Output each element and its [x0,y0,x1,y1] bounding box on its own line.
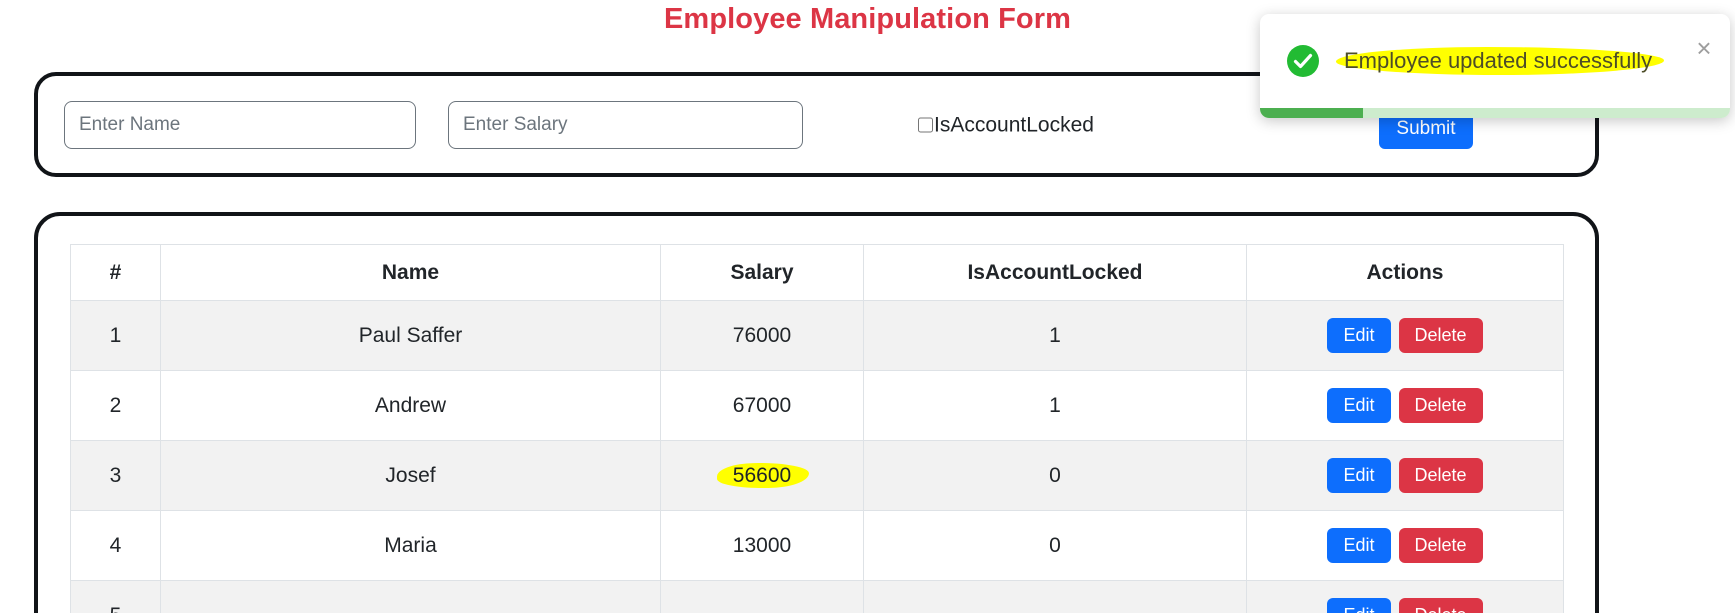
edit-button[interactable]: Edit [1327,457,1391,494]
table-row: 1 Paul Saffer 76000 1 Edit Delete [70,300,1564,371]
cell-name: Josef [160,440,661,511]
cell-is-account-locked [863,580,1247,613]
table-row: 5 Edit Delete [70,580,1564,613]
cell-name: Paul Saffer [160,300,661,371]
is-account-locked-field[interactable]: IsAccountLocked [918,114,1094,135]
delete-button[interactable]: Delete [1398,527,1483,564]
cell-name: Andrew [160,370,661,441]
table-header: # Name Salary IsAccountLocked Actions [70,244,1564,301]
close-icon[interactable]: × [1692,35,1716,61]
cell-actions: Edit Delete [1246,580,1564,613]
edit-button[interactable]: Edit [1327,317,1391,354]
cell-actions: EditDelete [1246,370,1564,441]
toast-progress-track [1260,108,1730,118]
delete-button[interactable]: Delete [1398,457,1483,494]
cell-actions: EditDelete [1246,440,1564,511]
edit-button[interactable]: Edit [1327,597,1391,613]
delete-button[interactable]: Delete [1398,387,1483,424]
cell-salary: 13000 [660,510,864,581]
column-header-locked: IsAccountLocked [863,244,1247,301]
cell-index: 4 [70,510,161,581]
employee-table-panel: # Name Salary IsAccountLocked Actions 1P… [34,212,1599,613]
delete-button[interactable]: Delete [1398,317,1483,354]
name-input[interactable] [64,100,416,149]
salary-highlight-marker: 56600 [723,462,801,490]
cell-is-account-locked: 0 [863,440,1247,511]
delete-button[interactable]: Delete [1398,597,1483,613]
cell-actions: EditDelete [1246,510,1564,581]
edit-button[interactable]: Edit [1327,387,1391,424]
salary-input[interactable] [448,100,803,149]
table-row: 3 Josef 56600 0 Edit Delete [70,440,1564,511]
success-toast: Employee updated successfully × [1260,14,1730,118]
column-header-name: Name [160,244,661,301]
table-row: 4 Maria 13000 0 Edit Delete [70,510,1564,581]
cell-index: 5 [70,580,161,613]
toast-message: Employee updated successfully [1335,46,1665,76]
cell-salary [660,580,864,613]
column-header-actions: Actions [1246,244,1564,301]
edit-button[interactable]: Edit [1327,527,1391,564]
table-row: 2 Andrew 67000 1 Edit Delete [70,370,1564,441]
employee-table: # Name Salary IsAccountLocked Actions 1P… [70,244,1564,613]
toast-body: Employee updated successfully [1260,14,1730,108]
cell-salary: 67000 [660,370,864,441]
column-header-salary: Salary [660,244,864,301]
column-header-index: # [70,244,161,301]
cell-is-account-locked: 0 [863,510,1247,581]
cell-index: 3 [70,440,161,511]
toast-progress-bar [1260,108,1364,118]
cell-salary: 76000 [660,300,864,371]
is-account-locked-label: IsAccountLocked [934,113,1094,136]
cell-index: 1 [70,300,161,371]
cell-salary: 56600 [660,440,864,511]
cell-name: Maria [160,510,661,581]
cell-actions: EditDelete [1246,300,1564,371]
cell-is-account-locked: 1 [863,370,1247,441]
cell-is-account-locked: 1 [863,300,1247,371]
cell-name [160,580,661,613]
cell-index: 2 [70,370,161,441]
is-account-locked-checkbox[interactable] [918,117,933,132]
check-circle-icon [1286,44,1320,78]
table-header-row: # Name Salary IsAccountLocked Actions [70,244,1564,301]
table-body: 1 Paul Saffer 76000 1 Edit Delete 2 Andrew 67000… [70,300,1564,613]
app-page: Employee Manipulation Form IsAccountLock… [0,0,1735,613]
